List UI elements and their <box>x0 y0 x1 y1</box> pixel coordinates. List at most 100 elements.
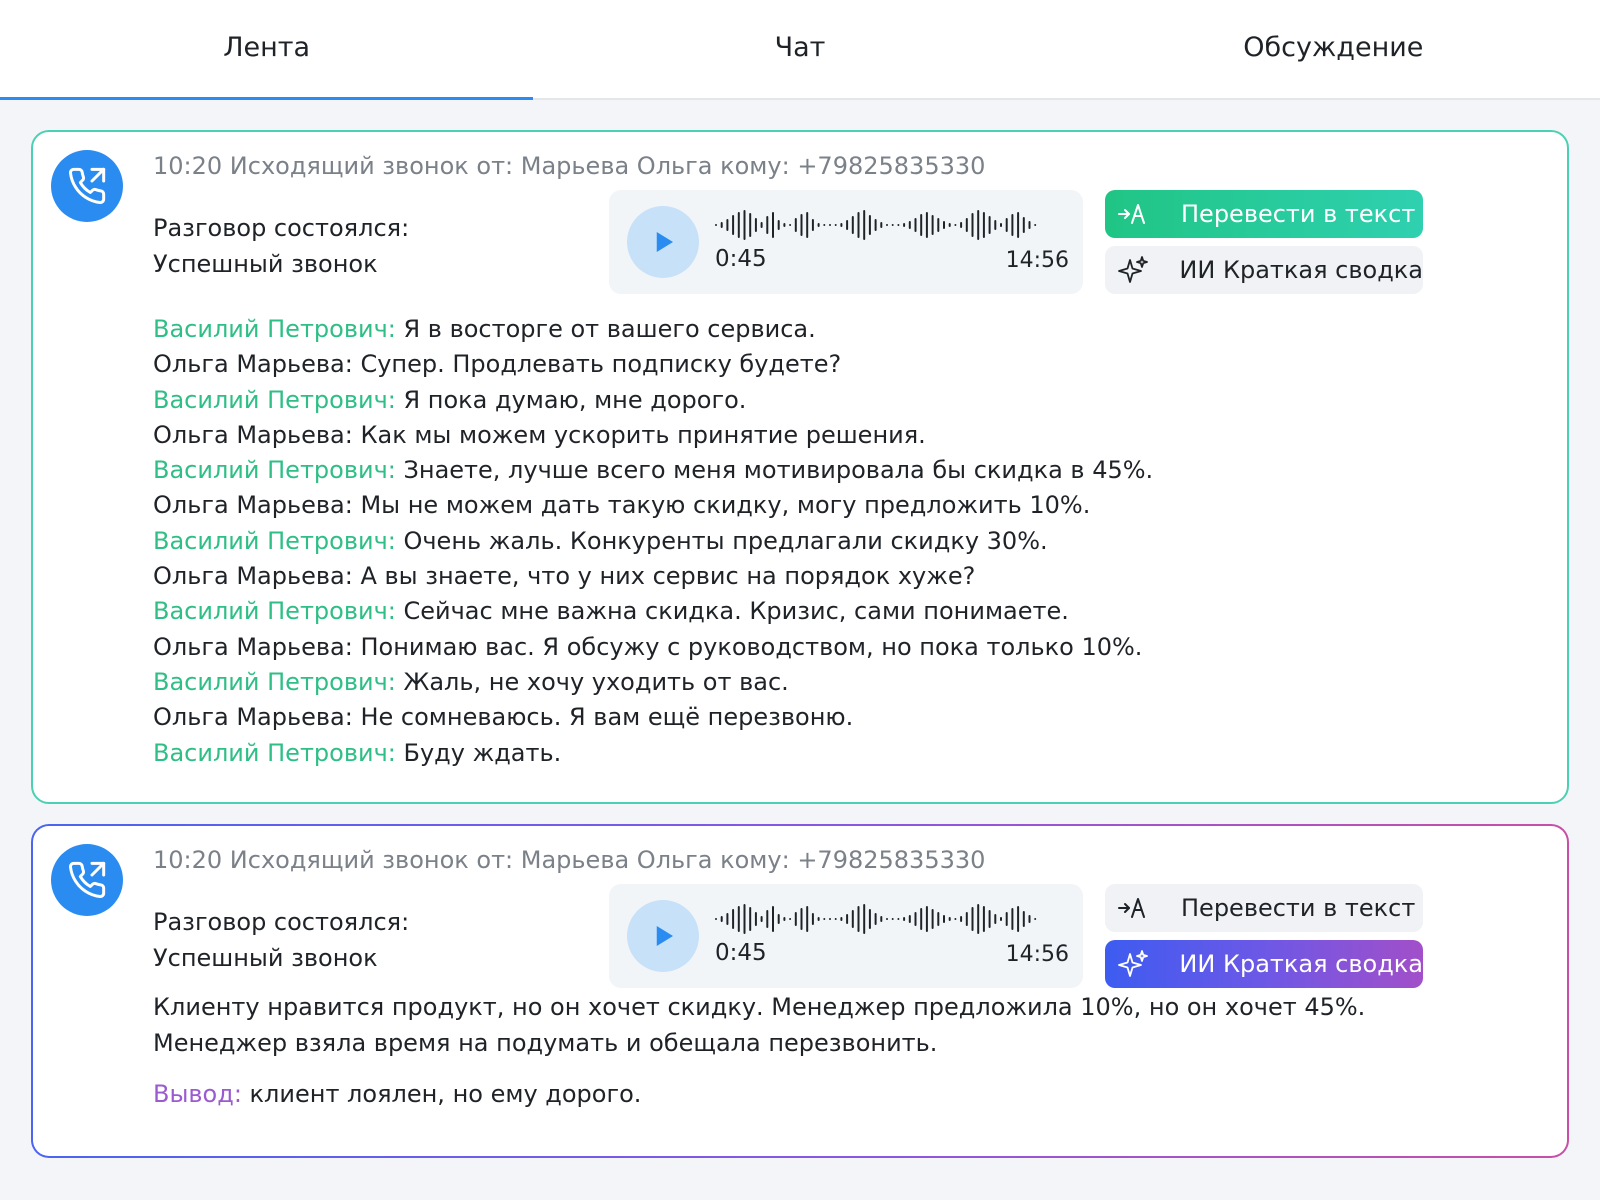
waveform[interactable] <box>715 208 1045 242</box>
utterance: Жаль, не хочу уходить от вас. <box>395 667 789 696</box>
transcript-line: Василий Петрович: Буду ждать. <box>153 736 1153 771</box>
transcribe-button[interactable]: Перевести в текст <box>1105 884 1423 932</box>
play-icon <box>656 232 673 252</box>
waveform-bar <box>715 918 717 920</box>
waveform-bar <box>977 210 980 240</box>
waveform-bar <box>920 214 923 236</box>
speaker-name: Ольга Марьева: <box>153 420 353 449</box>
waveform-bar <box>737 212 740 238</box>
waveform-bar <box>982 212 985 238</box>
play-button[interactable] <box>627 206 699 278</box>
waveform-bar <box>817 917 820 921</box>
waveform-bar <box>800 908 803 930</box>
speaker-name: Василий Петрович: <box>153 385 396 414</box>
waveform-bar <box>783 223 786 227</box>
sparkle-icon <box>1117 948 1155 980</box>
transcript-line: Ольга Марьева: Супер. Продлевать подписк… <box>153 347 1153 382</box>
waveform-bar <box>965 218 968 232</box>
waveform-bar <box>772 906 774 932</box>
current-time: 0:45 <box>715 246 767 272</box>
utterance: А вы знаете, что у них сервис на порядок… <box>352 562 976 591</box>
waveform-bar <box>1011 908 1014 930</box>
waveform-bar <box>766 910 769 928</box>
waveform-bar <box>971 907 974 931</box>
waveform-bar <box>943 915 945 923</box>
play-button[interactable] <box>627 900 699 972</box>
utterance: Очень жаль. Конкуренты предлагали скидку… <box>395 526 1048 555</box>
speaker-name: Василий Петрович: <box>153 315 396 343</box>
waveform-bar <box>1005 912 1008 926</box>
waveform-bar <box>811 913 814 925</box>
waveform-bar <box>806 212 809 238</box>
call-meta: 10:20 Исходящий звонок от: Марьева Ольга… <box>153 152 986 180</box>
call-meta: 10:20 Исходящий звонок от: Марьева Ольга… <box>153 846 986 874</box>
audio-player: 0:45 14:56 <box>609 884 1083 988</box>
sparkle-icon <box>1117 254 1155 286</box>
waveform-bar <box>823 224 826 226</box>
transcript-line: Василий Петрович: Я в восторге от вашего… <box>153 312 1153 347</box>
waveform-bar <box>715 224 717 226</box>
call-card-transcript: 10:20 Исходящий звонок от: Марьева Ольга… <box>31 130 1569 804</box>
waveform-bar <box>903 223 906 227</box>
call-card-summary: 10:20 Исходящий звонок от: Марьева Ольга… <box>31 824 1569 1158</box>
translate-icon <box>1117 895 1157 921</box>
tab-chat[interactable]: Чат <box>533 0 1066 98</box>
waveform-bar <box>965 912 968 926</box>
waveform-bar <box>897 224 900 226</box>
waveform-bar <box>732 909 735 929</box>
waveform-bar <box>783 917 786 921</box>
speaker-name: Ольга Марьева: <box>153 350 353 379</box>
call-status-label: Разговор состоялся: <box>153 908 410 936</box>
outgoing-call-icon <box>51 844 123 916</box>
transcript: Василий Петрович: Я в восторге от вашего… <box>153 312 1153 771</box>
waveform-bar <box>829 224 831 226</box>
waveform-bar <box>794 218 797 232</box>
conclusion-label: Вывод: <box>153 1080 242 1108</box>
ai-summary-button[interactable]: ИИ Краткая сводка <box>1105 940 1423 988</box>
speaker-name: Ольга Марьева: <box>153 703 353 732</box>
total-time: 14:56 <box>1005 942 1069 967</box>
transcript-line: Василий Петрович: Жаль, не хочу уходить … <box>153 665 1153 700</box>
transcribe-button[interactable]: Перевести в текст <box>1105 190 1423 238</box>
outgoing-call-icon <box>51 150 123 222</box>
waveform-bar <box>857 212 860 238</box>
waveform-bar <box>743 210 746 240</box>
speaker-name: Василий Петрович: <box>153 597 396 626</box>
utterance: Я пока думаю, мне дорого. <box>395 385 747 414</box>
waveform-bar <box>1017 906 1020 932</box>
waveform-bar <box>840 917 843 921</box>
call-status: Разговор состоялся: Успешный звонок <box>153 210 409 282</box>
tab-feed[interactable]: Лента <box>0 0 534 100</box>
summary-line: Клиенту нравится продукт, но он хочет ск… <box>153 993 1366 1021</box>
waveform-bar <box>1005 218 1008 232</box>
play-icon <box>656 926 673 946</box>
waveform-bar <box>720 222 723 228</box>
call-status-label: Разговор состоялся: <box>153 214 410 242</box>
waveform-bar <box>760 916 763 922</box>
conclusion-text: клиент лоялен, но ему дорого. <box>241 1080 642 1108</box>
waveform-bar <box>908 915 911 923</box>
transcribe-button-label: Перевести в текст <box>1181 894 1416 922</box>
waveform-bar <box>954 918 957 920</box>
utterance: Супер. Продлевать подписку будете? <box>352 350 842 379</box>
waveform-bar <box>766 216 769 234</box>
waveform-bar <box>874 219 877 231</box>
waveform-bar <box>1000 223 1002 227</box>
ai-summary-button[interactable]: ИИ Краткая сводка <box>1105 246 1423 294</box>
tab-discussion[interactable]: Обсуждение <box>1067 0 1600 98</box>
waveform-bar <box>846 914 849 924</box>
waveform-bar <box>937 912 940 926</box>
waveform-bar <box>1034 224 1037 226</box>
waveform-bar <box>1034 918 1037 920</box>
waveform-bar <box>823 918 826 920</box>
waveform-bar <box>772 212 774 238</box>
waveform-bar <box>806 906 809 932</box>
waveform-bar <box>948 917 951 921</box>
waveform[interactable] <box>715 902 1045 936</box>
waveform-bar <box>891 918 894 920</box>
waveform-bar <box>754 218 757 232</box>
utterance: Я в восторге от вашего сервиса. <box>395 315 816 343</box>
waveform-bar <box>914 218 917 232</box>
waveform-bar <box>851 910 854 928</box>
waveform-bar <box>1017 212 1020 238</box>
